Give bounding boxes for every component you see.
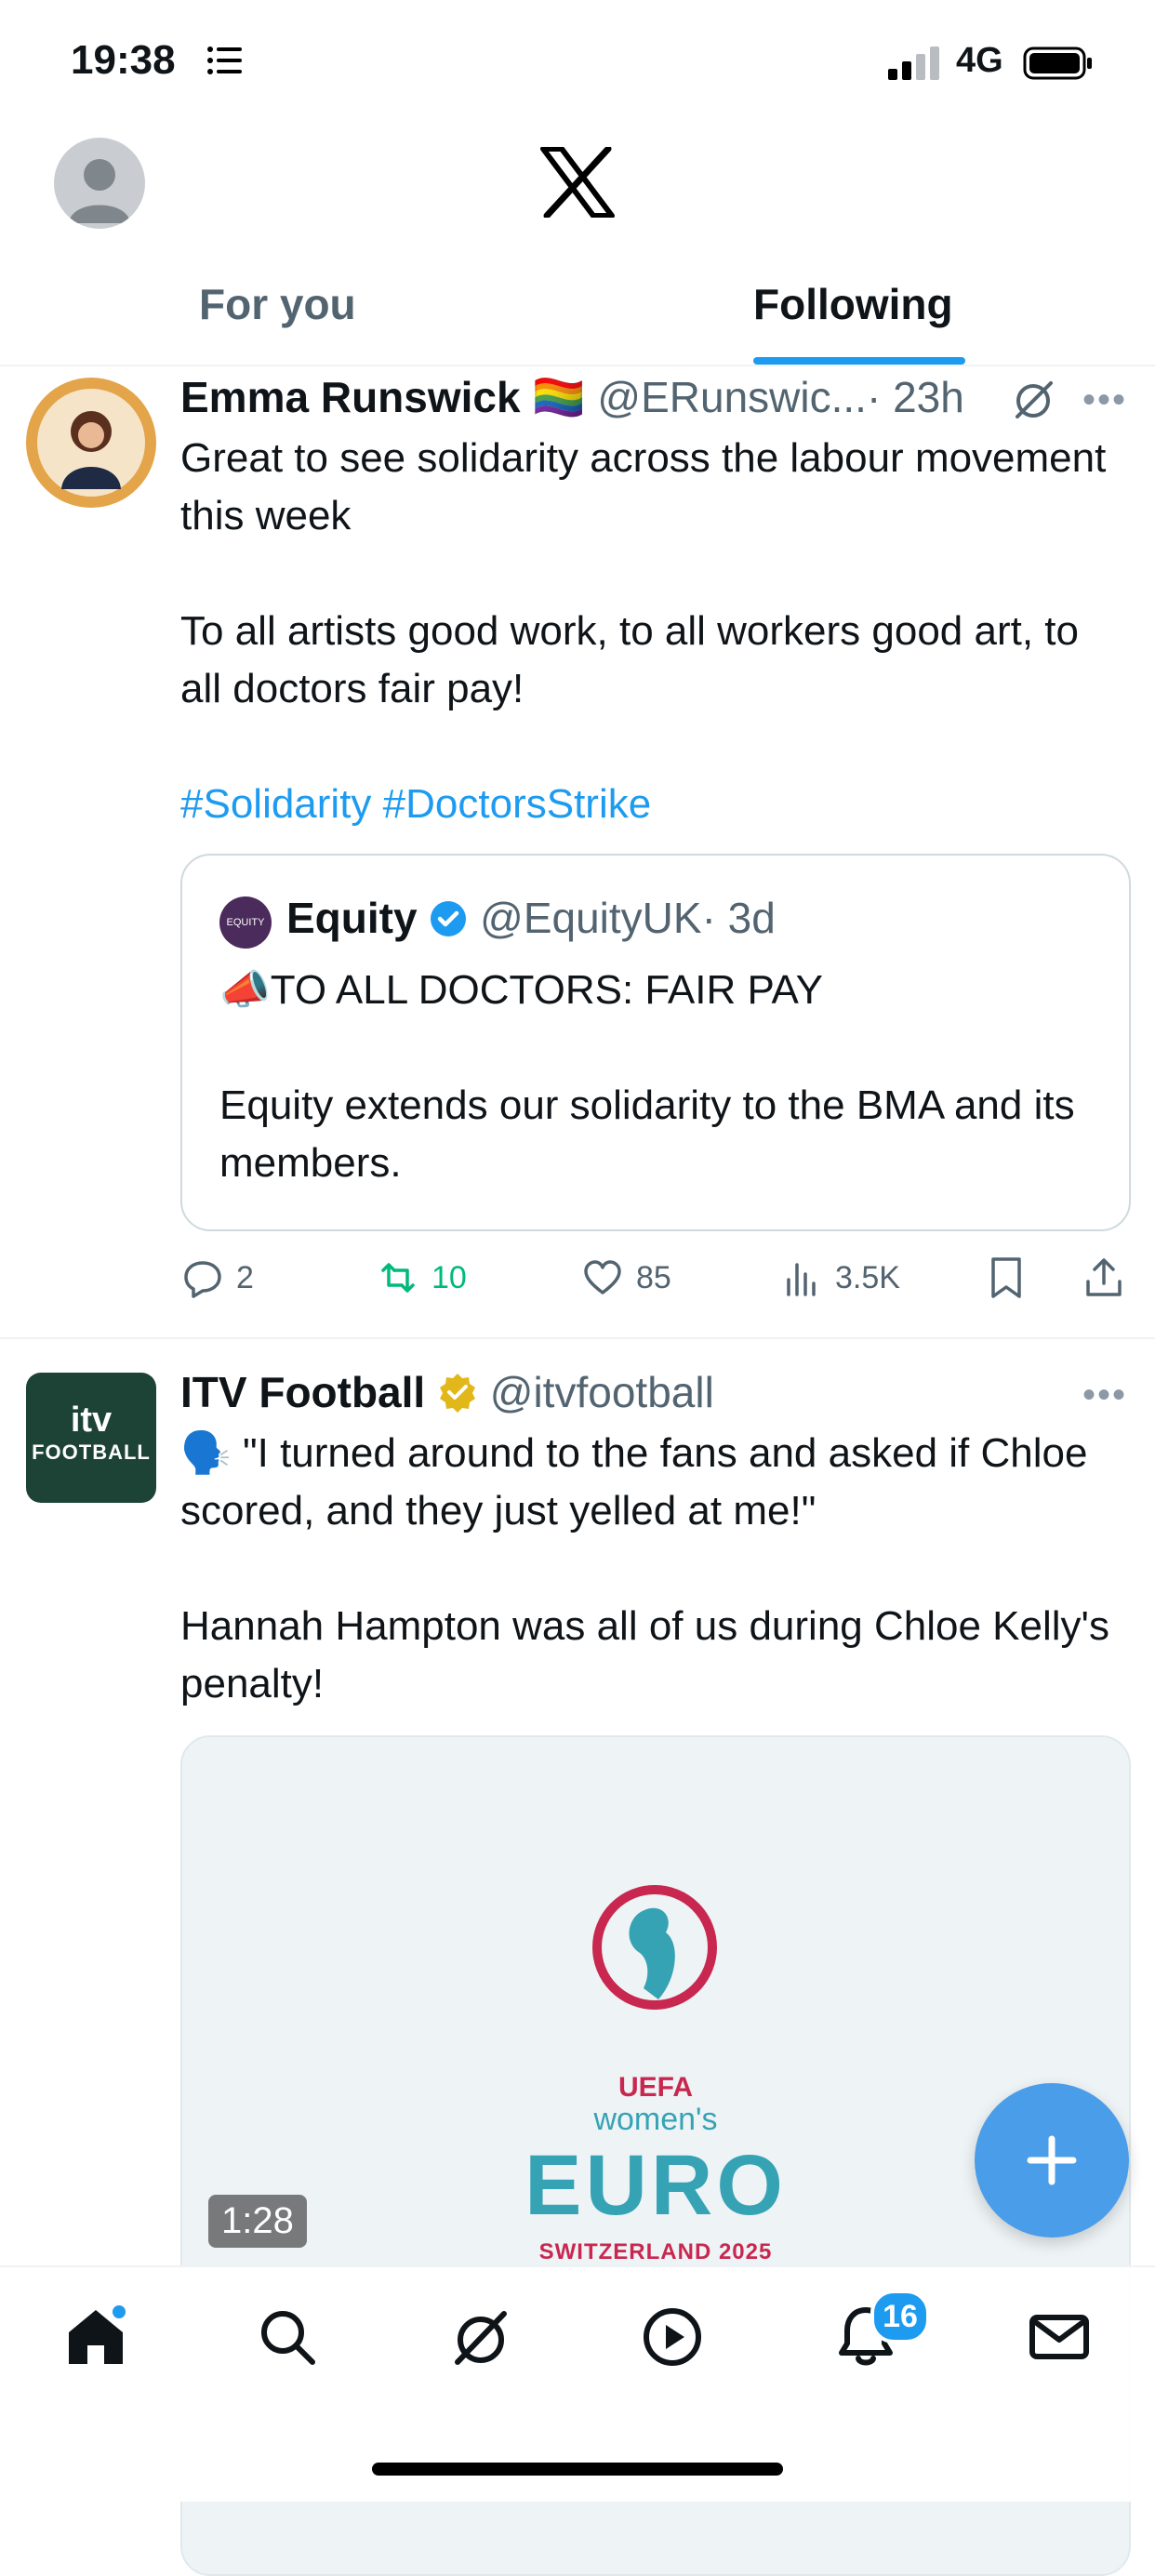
grok-icon[interactable] <box>448 2304 513 2370</box>
heart-icon <box>584 1260 621 1295</box>
quote-author-name: Equity <box>286 894 418 942</box>
tweet-text-line: 🗣️ "I turned around to the fans and aske… <box>180 1430 1088 1534</box>
default-avatar-icon <box>69 159 130 223</box>
itv-logo-text: itv <box>70 1401 113 1440</box>
verified-badge-icon <box>431 901 467 936</box>
tweet-header: Emma Runswick 🏳️‍🌈 @ERunswic...· 23h <box>180 372 964 423</box>
like-count: 85 <box>636 1259 671 1295</box>
battery-icon <box>1023 46 1092 80</box>
quote-text: 📣TO ALL DOCTORS: FAIR PAY Equity extends… <box>219 962 1094 1192</box>
reply-icon <box>184 1261 221 1298</box>
more-options-icon[interactable]: ••• <box>1082 1374 1127 1416</box>
itv-logo-subtext: FOOTBALL <box>32 1441 151 1464</box>
header-divider <box>0 365 1155 366</box>
tweet-time: · 23h <box>866 373 964 421</box>
quote-text-line: 📣TO ALL DOCTORS: FAIR PAY <box>219 967 823 1013</box>
reply-button[interactable]: 2 <box>182 1257 254 1298</box>
profile-photo <box>37 389 145 497</box>
signal-icon <box>888 46 939 80</box>
views-button[interactable]: 3.5K <box>781 1257 900 1298</box>
list-icon <box>207 46 242 74</box>
network-type: 4G <box>956 41 1003 80</box>
tweet-text-line: Hannah Hampton was all of us during Chlo… <box>180 1603 1109 1706</box>
share-icon[interactable] <box>1082 1255 1125 1300</box>
retweet-icon <box>381 1263 415 1293</box>
active-tab-indicator <box>753 357 965 365</box>
tweet-author-name[interactable]: Emma Runswick <box>180 373 521 421</box>
search-icon[interactable] <box>255 2304 320 2370</box>
more-options-icon[interactable]: ••• <box>1082 379 1127 421</box>
quote-avatar: EQUITY <box>219 896 272 949</box>
tweet-avatar-itv[interactable]: itv FOOTBALL <box>26 1373 156 1503</box>
status-time: 19:38 <box>71 37 176 83</box>
tweet-author-name[interactable]: ITV Football <box>180 1368 425 1416</box>
tweet-text-line: To all artists good work, to all workers… <box>180 608 1079 711</box>
verified-gold-badge-icon <box>439 1374 475 1413</box>
tweet-avatar-emma[interactable] <box>26 378 156 508</box>
home-icon[interactable] <box>63 2304 128 2370</box>
tweet-text: 🗣️ "I turned around to the fans and aske… <box>180 1425 1129 1713</box>
tweet-divider <box>0 1337 1155 1339</box>
home-indicator <box>372 2463 783 2476</box>
retweet-count: 10 <box>431 1259 467 1295</box>
quote-header: Equity @EquityUK· 3d <box>286 893 776 943</box>
view-count: 3.5K <box>835 1259 900 1295</box>
compose-button[interactable] <box>975 2083 1129 2237</box>
bookmark-icon[interactable] <box>986 1255 1027 1300</box>
quote-handle: @EquityUK <box>480 894 702 942</box>
tweet-hashtags[interactable]: #Solidarity #DoctorsStrike <box>180 776 1129 833</box>
tab-following[interactable]: Following <box>753 279 953 329</box>
reply-count: 2 <box>236 1259 254 1295</box>
tweet-handle[interactable]: @itvfootball <box>490 1368 714 1416</box>
messages-icon[interactable] <box>1027 2304 1092 2370</box>
quote-text-line: Equity extends our solidarity to the BMA… <box>219 1082 1075 1186</box>
tweet-text-line: Great to see solidarity across the labou… <box>180 435 1107 538</box>
tweet-handle[interactable]: @ERunswic... <box>597 373 867 421</box>
quote-time: · 3d <box>701 894 776 942</box>
tab-for-you[interactable]: For you <box>199 279 356 329</box>
retweet-button[interactable]: 10 <box>378 1257 467 1298</box>
views-icon <box>787 1263 816 1296</box>
notification-count-badge: 16 <box>870 2290 930 2344</box>
plus-icon <box>1027 2135 1077 2185</box>
like-button[interactable]: 85 <box>582 1257 671 1298</box>
tweet-header: ITV Football @itvfootball <box>180 1367 714 1417</box>
x-logo-icon[interactable] <box>539 147 616 218</box>
flag-emoji: 🏳️‍🌈 <box>532 373 586 421</box>
profile-avatar[interactable] <box>54 138 145 229</box>
video-icon[interactable] <box>640 2304 705 2370</box>
grok-icon[interactable] <box>1010 376 1056 422</box>
switzerland-text: SWITZERLAND 2025 <box>538 2239 773 2264</box>
video-duration: 1:28 <box>208 2195 307 2248</box>
tweet-text: Great to see solidarity across the labou… <box>180 430 1129 833</box>
quoted-tweet[interactable]: EQUITY Equity @EquityUK· 3d 📣TO ALL DOCT… <box>180 854 1131 1231</box>
